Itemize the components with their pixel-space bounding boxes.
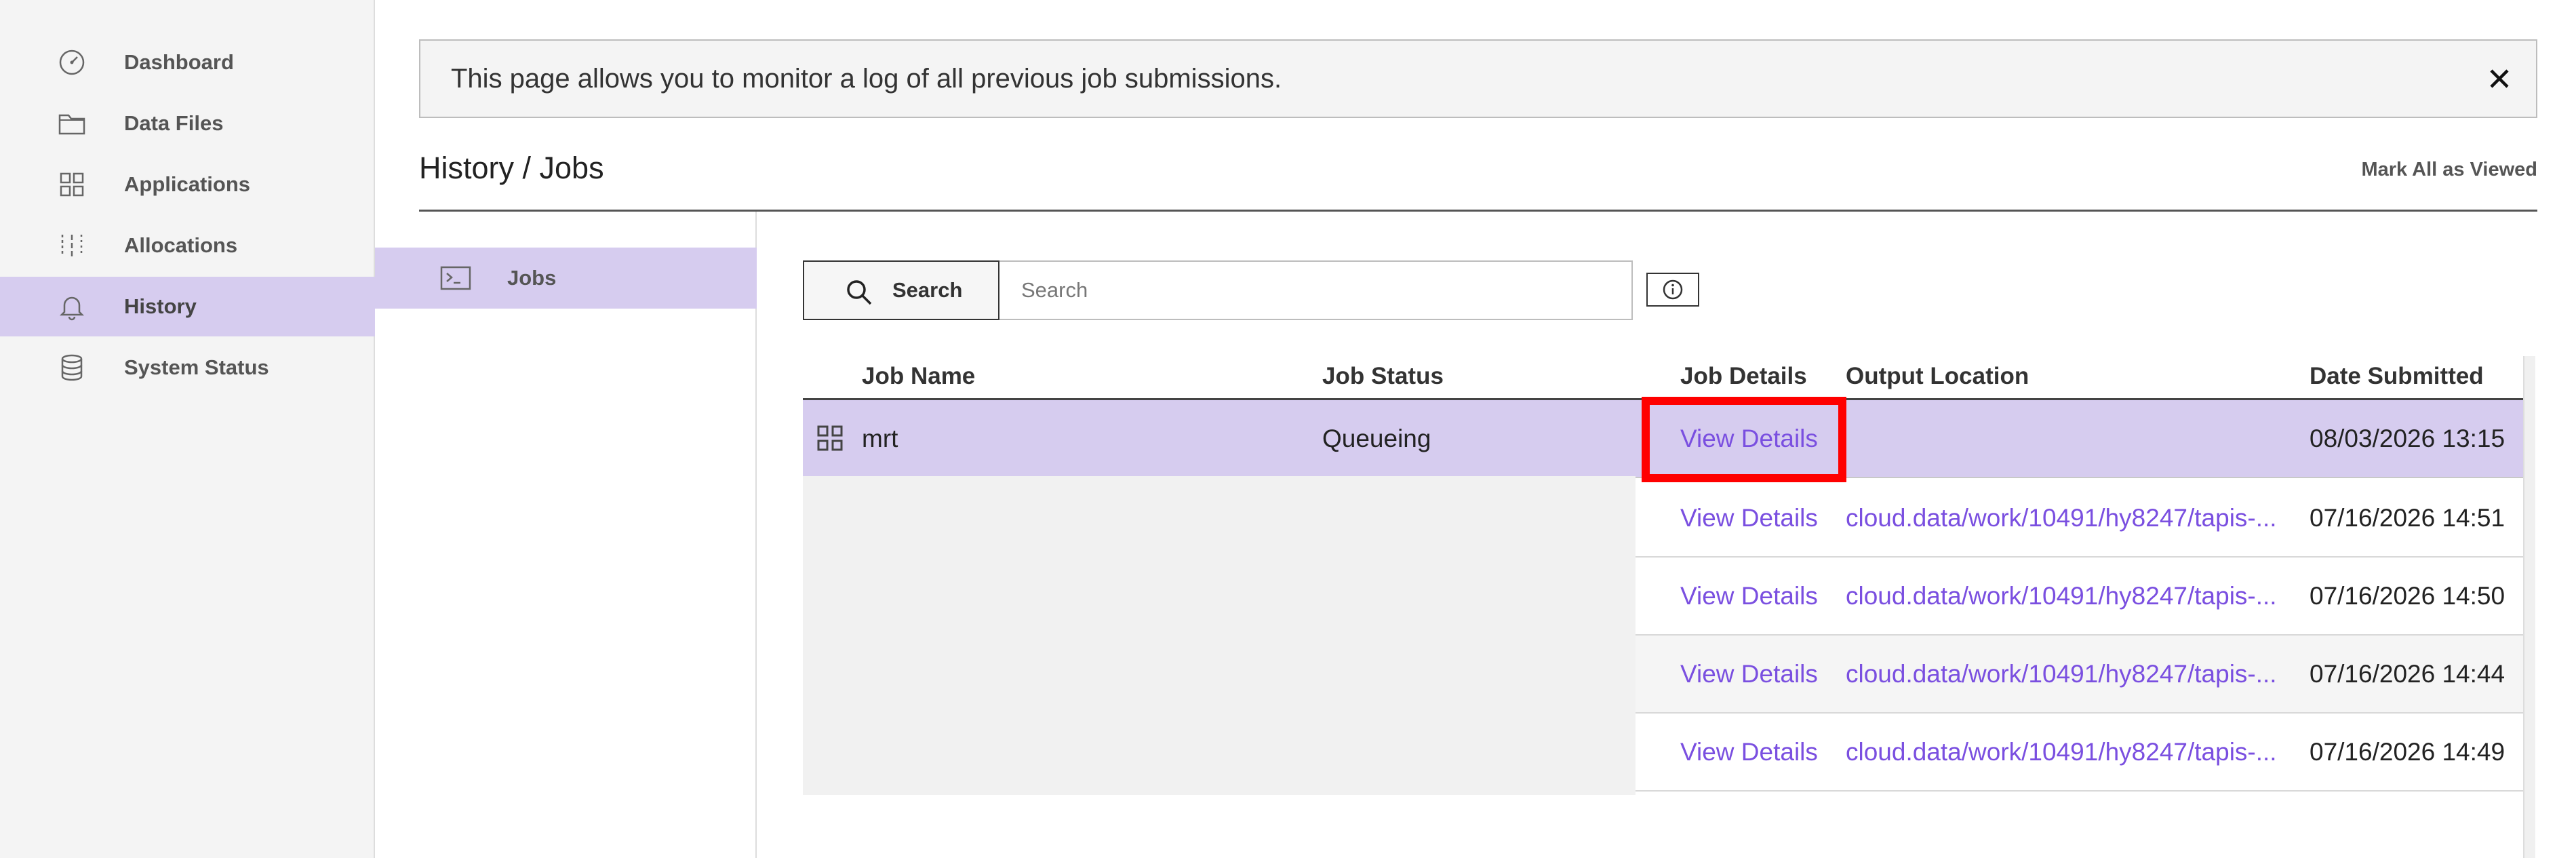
- sidebar-item-label: Applications: [124, 172, 251, 196]
- column-header-date-submitted[interactable]: Date Submitted: [2310, 363, 2484, 390]
- view-details-link[interactable]: View Details: [1680, 425, 1818, 453]
- sidebar-item-dashboard[interactable]: Dashboard: [0, 33, 375, 92]
- folder-icon: [57, 109, 87, 138]
- table-scrollbar[interactable]: [2523, 356, 2535, 858]
- jobs-table: Job Name Job Status Job Details Output L…: [803, 356, 2535, 858]
- column-header-job-name[interactable]: Job Name: [862, 363, 975, 390]
- job-status: Queueing: [1322, 425, 1431, 452]
- column-header-job-details[interactable]: Job Details: [1680, 363, 1807, 390]
- sidebar-item-label: Allocations: [124, 233, 238, 257]
- table-row[interactable]: View Details cloud.data/work/10491/hy824…: [1636, 714, 2523, 792]
- sidebar-item-allocations[interactable]: Allocations: [0, 216, 375, 275]
- sliders-icon: [57, 231, 87, 260]
- gauge-icon: [57, 47, 87, 77]
- grid-icon: [57, 170, 87, 199]
- sidebar-item-history[interactable]: History: [0, 277, 375, 336]
- close-icon[interactable]: [2483, 62, 2516, 95]
- sidebar-item-label: Data Files: [124, 111, 224, 135]
- mark-all-viewed-link[interactable]: Mark All as Viewed: [2361, 159, 2537, 181]
- subnav-item-label: Jobs: [507, 266, 557, 290]
- page-header: History / Jobs Mark All as Viewed: [419, 136, 2537, 212]
- history-subnav: Jobs: [375, 212, 757, 858]
- main-content: This page allows you to monitor a log of…: [375, 0, 2576, 858]
- search-icon: [845, 278, 873, 307]
- column-header-output-location[interactable]: Output Location: [1846, 363, 2029, 390]
- date-submitted: 07/16/2026 14:49: [2310, 738, 2505, 766]
- subnav-item-jobs[interactable]: Jobs: [375, 248, 757, 309]
- column-header-job-status[interactable]: Job Status: [1322, 363, 1444, 390]
- view-details-link[interactable]: View Details: [1680, 738, 1818, 766]
- sidebar-item-label: Dashboard: [124, 50, 234, 74]
- info-notice: This page allows you to monitor a log of…: [419, 39, 2537, 118]
- sidebar-item-data-files[interactable]: Data Files: [0, 94, 375, 153]
- output-location-link[interactable]: cloud.data/work/10491/hy8247/tapis-...: [1846, 738, 2277, 766]
- search-button[interactable]: Search: [803, 260, 999, 320]
- view-details-link[interactable]: View Details: [1680, 660, 1818, 688]
- sidebar-item-system-status[interactable]: System Status: [0, 338, 375, 397]
- date-submitted: 07/16/2026 14:50: [2310, 582, 2505, 610]
- sidebar: Dashboard Data Files Applications Alloca…: [0, 0, 375, 858]
- view-details-link[interactable]: View Details: [1680, 582, 1818, 610]
- bell-icon: [57, 292, 87, 321]
- database-icon: [57, 353, 87, 383]
- output-location-link[interactable]: cloud.data/work/10491/hy8247/tapis-...: [1846, 582, 2277, 610]
- table-row[interactable]: mrt Queueing View Details 08/03/2026 13:…: [803, 400, 2523, 478]
- date-submitted: 08/03/2026 13:15: [2310, 425, 2505, 452]
- terminal-icon: [440, 266, 471, 290]
- table-row[interactable]: View Details cloud.data/work/10491/hy824…: [1636, 636, 2523, 714]
- date-submitted: 07/16/2026 14:51: [2310, 504, 2505, 532]
- sidebar-item-applications[interactable]: Applications: [0, 155, 375, 214]
- date-submitted: 07/16/2026 14:44: [2310, 660, 2505, 688]
- search-button-label: Search: [892, 278, 963, 302]
- output-location-link[interactable]: cloud.data/work/10491/hy8247/tapis-...: [1846, 660, 2277, 688]
- search-input[interactable]: [999, 260, 1633, 320]
- info-icon[interactable]: [1646, 273, 1699, 307]
- empty-cells-area: [803, 476, 1636, 795]
- grid-icon: [816, 425, 844, 458]
- view-details-link[interactable]: View Details: [1680, 504, 1818, 532]
- output-location-link[interactable]: cloud.data/work/10491/hy8247/tapis-...: [1846, 504, 2277, 532]
- notice-text: This page allows you to monitor a log of…: [451, 63, 1282, 94]
- job-name: mrt: [862, 425, 898, 452]
- table-row[interactable]: View Details cloud.data/work/10491/hy824…: [1636, 558, 2523, 636]
- sidebar-item-label: History: [124, 294, 197, 318]
- breadcrumb: History / Jobs: [419, 151, 604, 185]
- sidebar-item-label: System Status: [124, 355, 269, 379]
- table-row[interactable]: View Details cloud.data/work/10491/hy824…: [1636, 480, 2523, 558]
